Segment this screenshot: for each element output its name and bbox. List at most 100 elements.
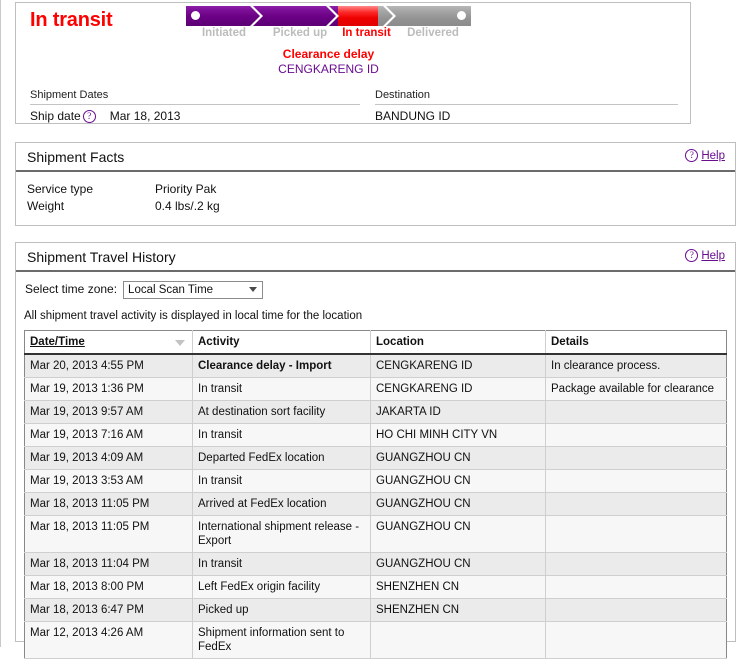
table-row: Mar 18, 2013 11:04 PM In transit GUANGZH… [24,552,727,576]
cell-details [545,552,727,576]
travel-history-help-link[interactable]: ? Help [683,249,725,262]
progress-label-delivered: Delivered [407,27,459,39]
destination-value: BANDUNG ID [375,109,451,123]
travel-history-title: Shipment Travel History [27,249,176,265]
progress-segment-in-transit [338,6,378,26]
cell-details [545,598,727,622]
cell-location: GUANGZHOU CN [370,515,546,553]
cell-datetime: Mar 12, 2013 4:26 AM [24,621,193,659]
shipment-travel-history-panel: Shipment Travel History ? Help Select tim… [15,242,736,659]
page-title: In transit [30,9,113,31]
column-header-location: Location [370,330,546,355]
cell-activity: In transit [192,423,371,447]
cell-activity: Picked up [192,598,371,622]
cell-location: HO CHI MINH CITY VN [370,423,546,447]
progress-chevron-3 [383,6,396,26]
shipment-facts-panel: Shipment Facts ? Help Service type Priorit… [15,142,736,226]
table-row: Mar 18, 2013 8:00 PM Left FedEx origin f… [24,575,727,599]
destination-header: Destination [375,89,678,105]
cell-details [545,575,727,599]
exception-location: CENGKARENG ID [278,62,379,76]
chevron-down-icon [249,286,258,292]
cell-details [545,621,727,659]
progress-label-picked-up: Picked up [272,27,328,39]
shipment-summary-fields: Shipment Dates Ship date? Mar 18, 2013 De… [30,89,678,123]
table-row: Mar 19, 2013 4:09 AM Departed FedEx loca… [24,446,727,470]
progress-start-dot [191,11,200,20]
table-row: Mar 18, 2013 6:47 PM Picked up SHENZHEN … [24,598,727,622]
cell-activity: In transit [192,469,371,493]
cell-details [545,469,727,493]
fact-label: Service type [27,182,94,196]
fact-value: Priority Pak [155,182,217,196]
shipment-progress-tracker: Initiated Picked up In transit Delivered… [186,5,476,76]
table-row: Mar 18, 2013 11:05 PM International ship… [24,515,727,553]
table-row: Mar 19, 2013 3:53 AM In transit GUANGZHO… [24,469,727,493]
cell-activity: At destination sort facility [192,400,371,424]
cell-location: GUANGZHOU CN [370,446,546,470]
shipment-facts-help-link[interactable]: ? Help [683,149,725,162]
shipment-facts-body: Service type Priority Pak Weight 0.4 lbs/.… [16,172,735,215]
shipment-facts-title: Shipment Facts [27,149,125,165]
cell-location: SHENZHEN CN [370,575,546,599]
cell-activity: Shipment information sent to FedEx [192,621,371,659]
cell-location: GUANGZHOU CN [370,492,546,516]
ship-date-label: Ship date [30,109,81,123]
tracking-page: In transit Initiated Picked up In transi… [0,0,747,659]
cell-activity: Arrived at FedEx location [192,492,371,516]
cell-datetime: Mar 18, 2013 11:05 PM [24,515,193,553]
column-header-datetime-label: Date/Time [30,336,85,348]
shipment-facts-help-label: Help [701,150,725,162]
destination-group: Destination BANDUNG ID [375,89,678,123]
table-row: Mar 18, 2013 11:05 PM Arrived at FedEx l… [24,492,727,516]
cell-details [545,446,727,470]
shipment-dates-group: Shipment Dates Ship date? Mar 18, 2013 [30,89,360,123]
progress-label-in-transit: In transit [342,27,391,39]
ship-date-value: Mar 18, 2013 [109,109,181,123]
cell-details [545,400,727,424]
table-row: Mar 19, 2013 7:16 AM In transit HO CHI M… [24,423,727,447]
timezone-label: Select time zone: [25,282,118,296]
timezone-row: Select time zone: Local Scan Time [25,279,264,299]
cell-details: Package available for clearance [545,377,727,401]
cell-location [370,621,546,659]
column-header-details-label: Details [551,336,589,348]
travel-history-help-label: Help [701,250,725,262]
cell-datetime: Mar 19, 2013 4:09 AM [24,446,193,470]
cell-activity: In transit [192,377,371,401]
question-circle-icon[interactable]: ? [82,110,96,123]
timezone-select[interactable]: Local Scan Time [123,280,264,299]
table-row: Mar 12, 2013 4:26 AM Shipment informatio… [24,621,727,659]
sort-descending-icon [175,340,185,346]
cell-details [545,492,727,516]
exception-title: Clearance delay [282,47,375,61]
column-header-activity-label: Activity [198,336,240,348]
progress-label-initiated: Initiated [201,27,247,39]
column-header-datetime[interactable]: Date/Time [24,330,193,355]
column-header-details: Details [545,330,727,355]
question-circle-icon: ? [685,249,699,262]
cell-location: GUANGZHOU CN [370,552,546,576]
travel-history-table: Date/Time Activity Location Details Mar … [24,330,727,659]
fact-row: Weight 0.4 lbs/.2 kg [27,198,735,215]
ship-date-row: Ship date? Mar 18, 2013 [30,105,360,123]
cell-datetime: Mar 18, 2013 8:00 PM [24,575,193,599]
cell-details: In clearance process. [545,354,727,378]
shipment-status-panel: In transit Initiated Picked up In transi… [15,2,691,124]
progress-end-dot [457,11,466,20]
table-row: Mar 20, 2013 4:55 PM Clearance delay - I… [24,354,727,378]
cell-datetime: Mar 19, 2013 1:36 PM [24,377,193,401]
exception-note: Clearance delay CENGKARENG ID [186,47,471,77]
cell-location: GUANGZHOU CN [370,469,546,493]
table-row: Mar 19, 2013 1:36 PM In transit CENGKARE… [24,377,727,401]
cell-activity: In transit [192,552,371,576]
cell-datetime: Mar 18, 2013 11:04 PM [24,552,193,576]
column-header-location-label: Location [376,336,424,348]
progress-labels: Initiated Picked up In transit Delivered [186,27,471,43]
cell-details [545,515,727,553]
cell-datetime: Mar 19, 2013 7:16 AM [24,423,193,447]
cell-datetime: Mar 18, 2013 6:47 PM [24,598,193,622]
progress-bar [186,6,471,26]
cell-activity: Clearance delay - Import [192,354,371,378]
cell-details [545,423,727,447]
